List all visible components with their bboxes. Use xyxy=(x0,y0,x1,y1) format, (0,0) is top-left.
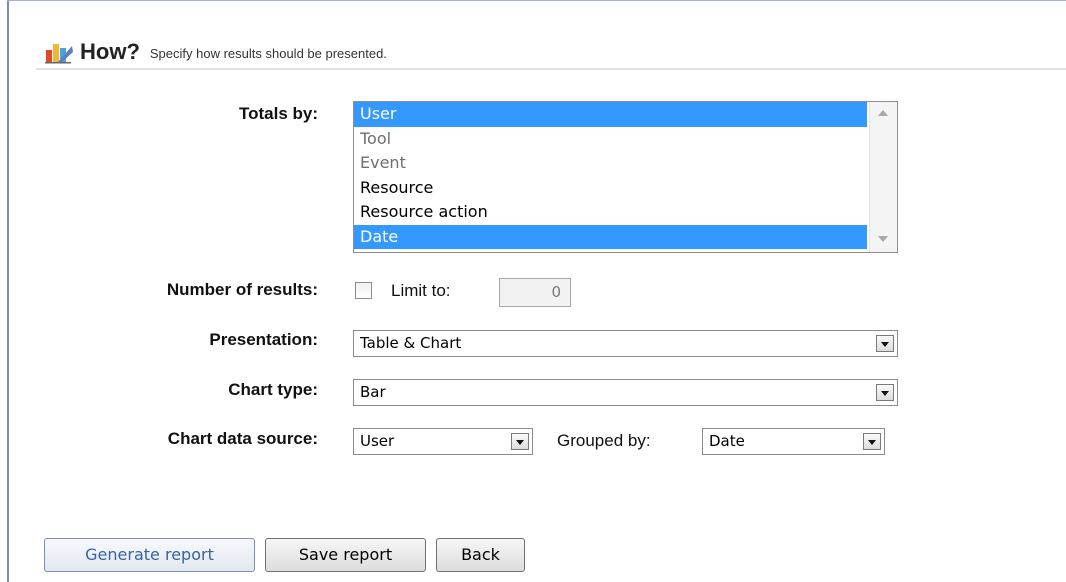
number-of-results-label: Number of results: xyxy=(166,280,318,299)
back-button[interactable]: Back xyxy=(436,538,525,572)
section-header: How? Specify how results should be prese… xyxy=(44,34,387,64)
totals-by-option[interactable]: User xyxy=(354,102,867,127)
listbox-scrollbar[interactable] xyxy=(869,102,897,252)
scroll-up-arrow-icon[interactable] xyxy=(878,110,888,116)
chart-type-label: Chart type: xyxy=(228,380,318,399)
grouped-by-label: Grouped by: xyxy=(557,431,651,450)
totals-by-options: User Tool Event Resource Resource action Date xyxy=(354,102,897,249)
presentation-label: Presentation: xyxy=(209,330,318,349)
limit-to-label: Limit to: xyxy=(391,281,451,300)
totals-by-option[interactable]: Tool xyxy=(354,127,867,152)
totals-by-option[interactable]: Resource action xyxy=(354,200,867,225)
header-divider xyxy=(36,68,1066,70)
chart-data-source-label: Chart data source: xyxy=(167,429,318,448)
scroll-down-arrow-icon[interactable] xyxy=(878,236,888,242)
frame-top-border xyxy=(7,0,1066,1)
chart-type-select[interactable]: Bar xyxy=(353,379,898,406)
limit-input[interactable]: 0 xyxy=(499,278,571,307)
page-title: How? xyxy=(80,39,140,64)
presentation-value: Table & Chart xyxy=(360,334,462,352)
frame-left-border xyxy=(7,0,9,582)
report-chart-icon xyxy=(45,44,73,64)
chevron-down-icon[interactable] xyxy=(863,433,881,450)
page-subtitle: Specify how results should be presented. xyxy=(149,46,387,61)
save-report-button[interactable]: Save report xyxy=(265,538,426,572)
totals-by-listbox[interactable]: User Tool Event Resource Resource action Date xyxy=(353,101,898,253)
presentation-select[interactable]: Table & Chart xyxy=(353,330,898,357)
totals-by-option[interactable]: Event xyxy=(354,151,867,176)
grouped-by-select[interactable]: Date xyxy=(702,428,885,455)
totals-by-label: Totals by: xyxy=(238,104,318,123)
chevron-down-icon[interactable] xyxy=(511,433,529,450)
totals-by-option[interactable]: Date xyxy=(354,224,867,249)
chart-type-value: Bar xyxy=(360,383,386,401)
limit-checkbox[interactable] xyxy=(355,282,372,299)
chevron-down-icon[interactable] xyxy=(876,384,894,401)
chevron-down-icon[interactable] xyxy=(876,335,894,352)
chart-data-source-select[interactable]: User xyxy=(353,428,533,455)
chart-data-source-value: User xyxy=(360,432,395,450)
generate-report-button[interactable]: Generate report xyxy=(44,538,255,572)
grouped-by-value: Date xyxy=(709,432,745,450)
totals-by-option[interactable]: Resource xyxy=(354,176,867,201)
